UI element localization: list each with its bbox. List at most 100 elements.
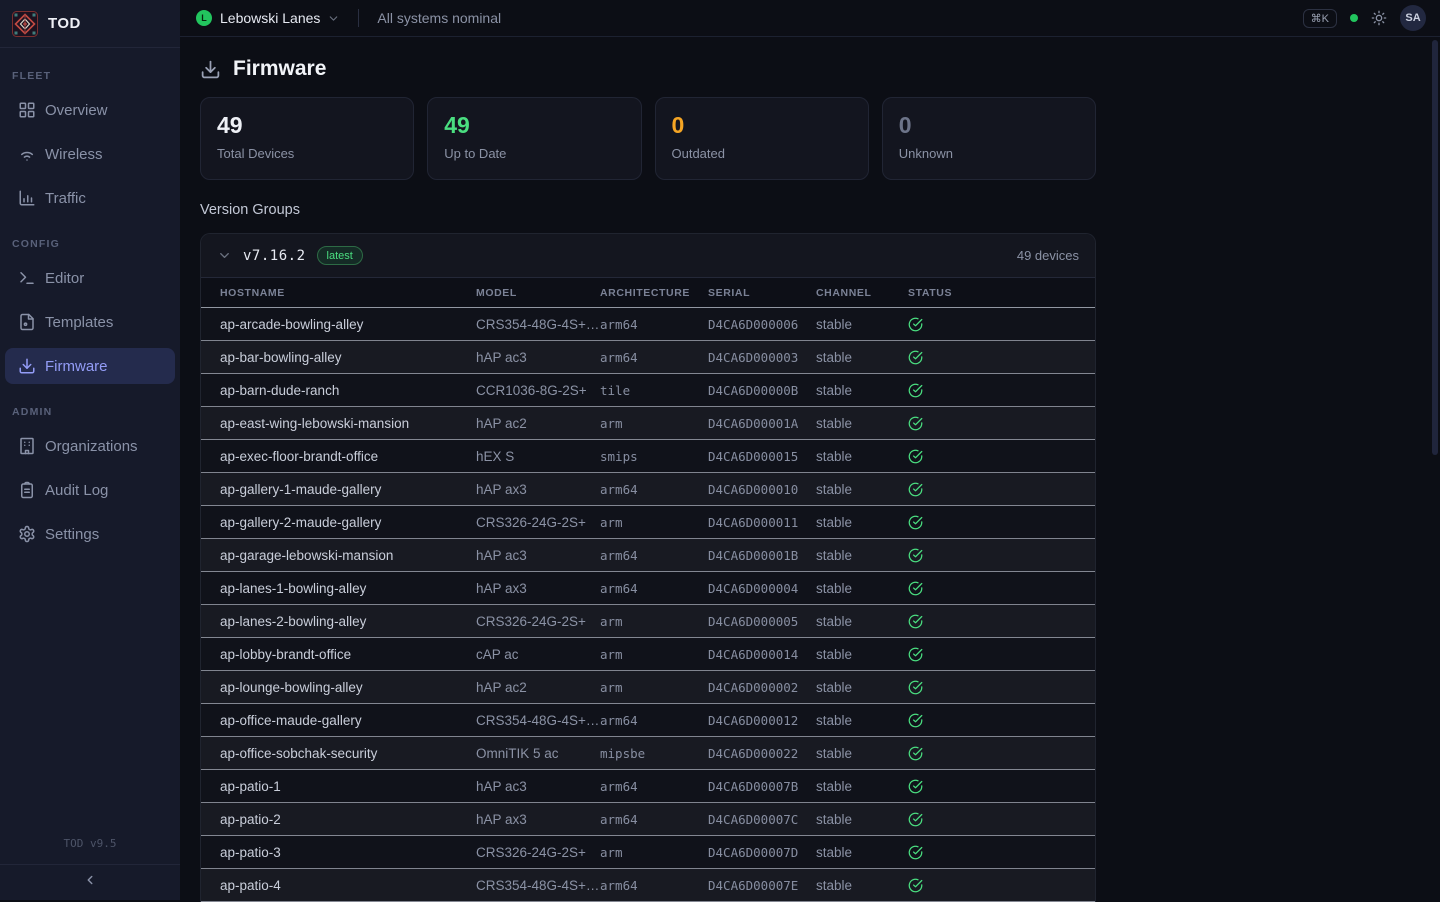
device-architecture: arm	[600, 845, 708, 860]
device-model: CRS326-24G-2S+	[476, 515, 600, 530]
device-hostname: ap-patio-4	[220, 878, 476, 893]
device-model: CRS326-24G-2S+	[476, 845, 600, 860]
check-circle-icon	[908, 383, 923, 398]
check-circle-icon	[908, 713, 923, 728]
sun-icon[interactable]	[1371, 10, 1387, 26]
device-serial: D4CA6D000015	[708, 449, 816, 464]
sidebar-item-label: Audit Log	[45, 482, 108, 499]
sidebar-item-traffic[interactable]: Traffic	[5, 180, 175, 216]
stat-card: 0Outdated	[655, 97, 869, 180]
check-circle-icon	[908, 515, 923, 530]
app-logo-icon	[12, 11, 38, 37]
sidebar-item-wireless[interactable]: Wireless	[5, 136, 175, 172]
device-status	[908, 878, 1095, 893]
device-channel: stable	[816, 680, 908, 695]
device-hostname: ap-office-sobchak-security	[220, 746, 476, 761]
device-model: hAP ax3	[476, 812, 600, 827]
table-row[interactable]: ap-patio-1hAP ac3arm64D4CA6D00007Bstable	[201, 770, 1095, 803]
stat-label: Up to Date	[444, 146, 624, 161]
device-model: hAP ac2	[476, 680, 600, 695]
device-serial: D4CA6D00001A	[708, 416, 816, 431]
table-row[interactable]: ap-patio-3CRS326-24G-2S+armD4CA6D00007Ds…	[201, 836, 1095, 869]
main-area: L Lebowski Lanes All systems nominal ⌘K …	[180, 0, 1440, 900]
check-circle-icon	[908, 779, 923, 794]
device-hostname: ap-patio-3	[220, 845, 476, 860]
table-row[interactable]: ap-patio-4CRS354-48G-4S+…arm64D4CA6D0000…	[201, 869, 1095, 902]
command-palette-shortcut[interactable]: ⌘K	[1303, 9, 1337, 28]
device-model: cAP ac	[476, 647, 600, 662]
device-status	[908, 581, 1095, 596]
download-icon	[18, 357, 36, 375]
device-hostname: ap-lanes-2-bowling-alley	[220, 614, 476, 629]
device-serial: D4CA6D000014	[708, 647, 816, 662]
sidebar-collapse-button[interactable]	[0, 864, 180, 900]
stat-card: 49 Total Devices	[200, 97, 414, 180]
chevron-down-icon[interactable]	[217, 248, 232, 263]
device-channel: stable	[816, 614, 908, 629]
device-model: hAP ac3	[476, 779, 600, 794]
table-row[interactable]: ap-gallery-2-maude-galleryCRS326-24G-2S+…	[201, 506, 1095, 539]
sidebar-section-label: CONFIG	[12, 238, 168, 250]
stat-value: 49	[444, 111, 624, 139]
table-row[interactable]: ap-exec-floor-brandt-officehEX SsmipsD4C…	[201, 440, 1095, 473]
sidebar-item-label: Wireless	[45, 146, 103, 163]
table-row[interactable]: ap-lanes-1-bowling-alleyhAP ax3arm64D4CA…	[201, 572, 1095, 605]
check-circle-icon	[908, 482, 923, 497]
table-row[interactable]: ap-garage-lebowski-mansionhAP ac3arm64D4…	[201, 539, 1095, 572]
table-row[interactable]: ap-east-wing-lebowski-mansionhAP ac2armD…	[201, 407, 1095, 440]
device-hostname: ap-lobby-brandt-office	[220, 647, 476, 662]
org-switcher[interactable]: Lebowski Lanes	[220, 10, 320, 26]
device-status	[908, 779, 1095, 794]
device-architecture: arm	[600, 614, 708, 629]
sidebar-item-label: Templates	[45, 314, 113, 331]
device-serial: D4CA6D000022	[708, 746, 816, 761]
user-avatar[interactable]: SA	[1400, 5, 1426, 31]
device-architecture: arm	[600, 416, 708, 431]
sidebar-item-templates[interactable]: Templates	[5, 304, 175, 340]
device-hostname: ap-arcade-bowling-alley	[220, 317, 476, 332]
scrollbar-thumb[interactable]	[1432, 40, 1438, 455]
device-serial: D4CA6D000012	[708, 713, 816, 728]
chevron-left-icon	[83, 873, 97, 892]
device-serial: D4CA6D00007E	[708, 878, 816, 893]
chevron-down-icon[interactable]	[327, 12, 340, 25]
device-architecture: arm64	[600, 548, 708, 563]
building-icon	[18, 437, 36, 455]
device-hostname: ap-barn-dude-ranch	[220, 383, 476, 398]
column-header-status: STATUS	[908, 287, 1095, 299]
device-hostname: ap-patio-2	[220, 812, 476, 827]
stat-value: 49	[217, 111, 397, 139]
table-row[interactable]: ap-lounge-bowling-alleyhAP ac2armD4CA6D0…	[201, 671, 1095, 704]
sidebar-item-overview[interactable]: Overview	[5, 92, 175, 128]
device-channel: stable	[816, 581, 908, 596]
device-hostname: ap-east-wing-lebowski-mansion	[220, 416, 476, 431]
device-hostname: ap-lanes-1-bowling-alley	[220, 581, 476, 596]
sidebar-item-firmware[interactable]: Firmware	[5, 348, 175, 384]
stat-label: Total Devices	[217, 146, 397, 161]
table-row[interactable]: ap-office-sobchak-securityOmniTIK 5 acmi…	[201, 737, 1095, 770]
device-status	[908, 812, 1095, 827]
table-row[interactable]: ap-arcade-bowling-alleyCRS354-48G-4S+…ar…	[201, 308, 1095, 341]
table-row[interactable]: ap-lobby-brandt-officecAP acarmD4CA6D000…	[201, 638, 1095, 671]
device-channel: stable	[816, 482, 908, 497]
table-row[interactable]: ap-lanes-2-bowling-alleyCRS326-24G-2S+ar…	[201, 605, 1095, 638]
sidebar-item-audit-log[interactable]: Audit Log	[5, 472, 175, 508]
device-channel: stable	[816, 317, 908, 332]
column-header-serial: SERIAL	[708, 287, 816, 299]
sidebar-nav: FLEETOverviewWirelessTrafficCONFIGEditor…	[0, 70, 180, 552]
device-serial: D4CA6D00000B	[708, 383, 816, 398]
table-row[interactable]: ap-office-maude-galleryCRS354-48G-4S+…ar…	[201, 704, 1095, 737]
table-row[interactable]: ap-barn-dude-ranchCCR1036-8G-2S+tileD4CA…	[201, 374, 1095, 407]
device-channel: stable	[816, 449, 908, 464]
sidebar-item-settings[interactable]: Settings	[5, 516, 175, 552]
table-row[interactable]: ap-bar-bowling-alleyhAP ac3arm64D4CA6D00…	[201, 341, 1095, 374]
version-group-header[interactable]: v7.16.2 latest 49 devices	[201, 234, 1095, 277]
check-circle-icon	[908, 812, 923, 827]
table-row[interactable]: ap-gallery-1-maude-galleryhAP ax3arm64D4…	[201, 473, 1095, 506]
latest-badge: latest	[317, 246, 363, 265]
sidebar-item-editor[interactable]: Editor	[5, 260, 175, 296]
device-architecture: arm64	[600, 581, 708, 596]
sidebar-item-organizations[interactable]: Organizations	[5, 428, 175, 464]
stat-label: Outdated	[672, 146, 852, 161]
table-row[interactable]: ap-patio-2hAP ax3arm64D4CA6D00007Cstable	[201, 803, 1095, 836]
